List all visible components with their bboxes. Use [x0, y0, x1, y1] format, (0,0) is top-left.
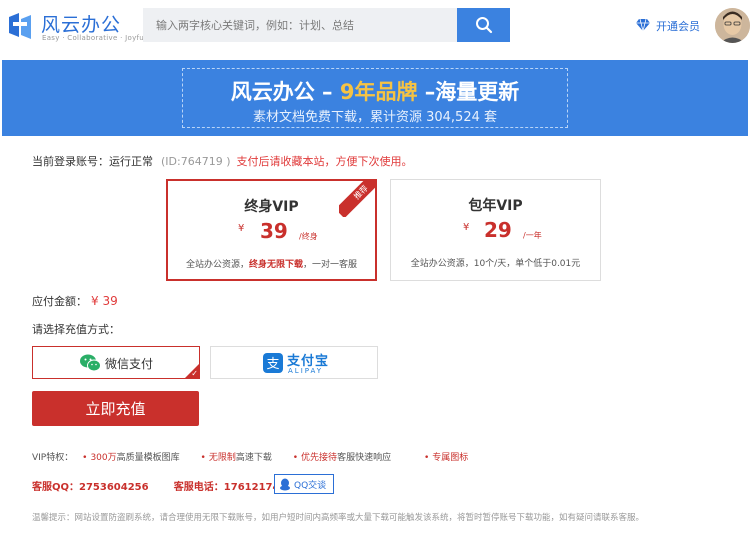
- bullet-icon: •: [82, 453, 88, 463]
- amount-value: ¥ 39: [91, 294, 118, 308]
- promo-banner: 风云办公 – 9年品牌 –海量更新 素材文档免费下载，累计资源 304,524 …: [2, 60, 748, 136]
- search-icon: [476, 17, 493, 34]
- plan-desc-left: 全站办公资源，: [185, 260, 249, 270]
- alipay-sublabel: ALIPAY: [288, 367, 324, 375]
- bullet-icon: •: [292, 453, 299, 463]
- amount-label: 应付金额：: [32, 295, 87, 308]
- user-photo-icon: [715, 8, 750, 43]
- account-id: (ID:764719 ): [161, 155, 231, 168]
- privilege-text: 专属图标: [432, 453, 469, 463]
- phone-label: 客服电话：: [173, 482, 224, 493]
- wechat-pay-option[interactable]: 微信支付 ✓: [32, 346, 200, 379]
- top-bar: 风云办公 Easy · Collaborative · Joyful 开通会员: [0, 0, 750, 52]
- account-info: 当前登录账号：运行正常 (ID:764719 ) 支付后请收藏本站，方便下次使用。: [32, 153, 413, 169]
- check-icon: ✓: [191, 369, 198, 378]
- banner-title-left: 风云办公 –: [230, 80, 333, 104]
- plan-desc-highlight: 终身无限下载: [248, 260, 303, 270]
- site-logo[interactable]: 风云办公 Easy · Collaborative · Joyful: [5, 10, 146, 44]
- svg-text:支: 支: [266, 357, 279, 372]
- search-bar: [143, 8, 510, 42]
- payable-amount: 应付金额： ¥ 39: [32, 293, 118, 309]
- brand-name: 风云办公: [41, 14, 122, 36]
- plan-price: ¥ 29 /一年: [391, 218, 600, 248]
- plan-annual-vip[interactable]: 包年VIP ¥ 29 /一年 全站办公资源，10个/天，单个低于0.01元: [390, 179, 601, 281]
- plan-name: 包年VIP: [468, 198, 523, 214]
- banner-title-highlight: 9年品牌: [339, 80, 418, 104]
- warm-notice: 温馨提示：网站设置防盗刷系统，请合理使用无限下载账号，如用户短时间内高频率或大量…: [32, 513, 645, 523]
- qq-label: 客服QQ：: [32, 482, 80, 493]
- wechat-pay-label: 微信支付: [105, 357, 154, 371]
- plan-price: ¥ 39 /终身: [168, 219, 375, 249]
- search-button[interactable]: [457, 8, 510, 42]
- alipay-icon: 支: [263, 353, 283, 373]
- brand-tagline: Easy · Collaborative · Joyful: [42, 34, 147, 42]
- currency-symbol: ¥: [463, 222, 470, 233]
- plan-desc-right: ，一对一客服: [303, 260, 358, 270]
- search-input[interactable]: [143, 8, 457, 42]
- bullet-icon: •: [200, 453, 206, 463]
- qq-icon: [280, 478, 290, 491]
- diamond-icon: [636, 18, 650, 32]
- privilege-highlight: 300万: [90, 453, 117, 463]
- logo-icon: [9, 13, 31, 39]
- account-label: 当前登录账号：: [32, 155, 109, 168]
- qq-chat-button[interactable]: QQ交谈: [274, 474, 334, 494]
- plan-description: 全站办公资源，10个/天，单个低于0.01元: [410, 259, 581, 269]
- bullet-icon: •: [423, 453, 430, 463]
- privilege-text: 高质量模板图库: [116, 453, 180, 463]
- price-period: /一年: [523, 231, 542, 240]
- avatar[interactable]: [715, 8, 750, 43]
- privilege-text: 高速下载: [235, 453, 272, 463]
- banner-title-right: –海量更新: [424, 80, 520, 104]
- customer-service-contact: 客服QQ：2753604256 客服电话：17612174034: [32, 478, 300, 493]
- price-value: 39: [260, 219, 288, 243]
- plan-name: 终身VIP: [244, 199, 299, 215]
- account-status: 运行正常: [109, 155, 153, 168]
- banner-subtitle: 素材文档免费下载，累计资源 304,524 套: [252, 110, 498, 125]
- wechat-icon: [80, 354, 101, 372]
- privilege-text: 客服快速响应: [337, 453, 392, 463]
- vip-privileges: VIP特权： • 300万高质量模板图库 • 无限制高速下载 • 优先接待客服快速响应…: [32, 450, 468, 463]
- payment-method-title: 请选择充值方式：: [32, 323, 120, 336]
- recharge-now-button[interactable]: 立即充值: [32, 391, 199, 426]
- banner-frame: 风云办公 – 9年品牌 –海量更新 素材文档免费下载，累计资源 304,524 …: [182, 68, 568, 128]
- banner-title: 风云办公 – 9年品牌 –海量更新: [183, 76, 567, 106]
- plan-lifetime-vip[interactable]: 推荐 终身VIP ¥ 39 /终身 全站办公资源，终身无限下载，一对一客服: [166, 179, 377, 281]
- privilege-highlight: 无限制: [208, 453, 236, 463]
- currency-symbol: ¥: [238, 223, 245, 234]
- qq-number: 2753604256: [79, 482, 149, 493]
- privileges-label: VIP特权：: [32, 453, 74, 463]
- qq-chat-label: QQ交谈: [294, 481, 327, 491]
- account-tip: 支付后请收藏本站，方便下次使用。: [236, 155, 413, 168]
- price-value: 29: [484, 218, 512, 242]
- price-period: /终身: [299, 232, 318, 241]
- plan-description: 全站办公资源，终身无限下载，一对一客服: [168, 257, 375, 270]
- open-vip-label: 开通会员: [656, 20, 700, 33]
- alipay-option[interactable]: 支 支付宝 ALIPAY: [210, 346, 378, 379]
- privilege-highlight: 优先接待: [301, 453, 338, 463]
